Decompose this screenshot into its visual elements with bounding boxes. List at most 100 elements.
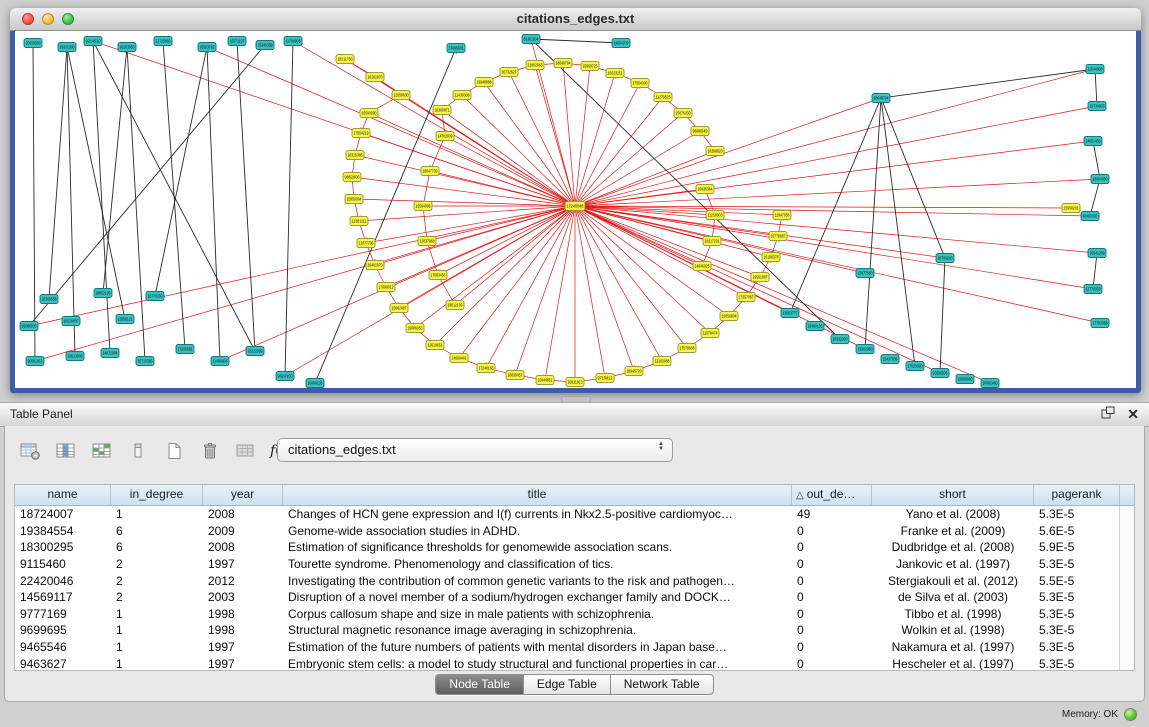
graph-edge <box>49 47 67 299</box>
cell-year: 2008 <box>203 507 283 521</box>
table-select-dropdown[interactable]: citations_edges.txt ▲▼ <box>277 438 673 462</box>
table-row[interactable]: 1456911722003Disruption of a novel membe… <box>15 589 1120 606</box>
cell-name: 18300295 <box>15 540 111 554</box>
table-row[interactable]: 977716911998Corpus callosum shape and si… <box>15 606 1120 623</box>
graph-node-label: 18839057 <box>508 373 523 378</box>
table-row[interactable]: 969969511998Structural magnetic resonanc… <box>15 622 1120 639</box>
column-header-pagerank[interactable]: pagerank <box>1034 485 1120 505</box>
graph-node-label: 18563782 <box>200 45 215 50</box>
cell-short: Dudbridge et al. (2008) <box>872 540 1034 554</box>
graph-node-label: 16261870 <box>368 75 383 80</box>
import-table-icon[interactable] <box>233 439 259 463</box>
table-tabs: Node TableEdge TableNetwork Table <box>5 674 1144 695</box>
delete-table-icon[interactable] <box>197 439 223 463</box>
graph-edge <box>401 95 575 206</box>
cell-title: Embryonic stem cells: a model to study s… <box>283 657 792 670</box>
column-header-year[interactable]: year <box>203 485 283 505</box>
graph-node-label: 12837968 <box>420 239 435 244</box>
graph-node-label: 16023211 <box>608 71 623 76</box>
graph-node-label: 15340358 <box>258 43 273 48</box>
cell-in_degree: 2 <box>111 557 203 571</box>
graph-node-label: 18047739 <box>423 169 438 174</box>
cell-title: Structural magnetic resonance image aver… <box>283 623 792 637</box>
column-header-name[interactable]: name <box>15 485 111 505</box>
graph-node-label: 15950004 <box>347 197 362 202</box>
cell-short: Jankovic et al. (1997) <box>872 557 1034 571</box>
cell-year: 2009 <box>203 524 283 538</box>
cell-year: 2012 <box>203 574 283 588</box>
graph-node-label: 12958121 <box>118 317 133 322</box>
tab-node-table[interactable]: Node Table <box>436 675 524 694</box>
close-window-button[interactable] <box>22 13 34 25</box>
graph-node-label: 19734903 <box>1090 104 1105 109</box>
graph-edge <box>285 41 293 376</box>
graph-node-label: 16541209 <box>1090 251 1105 256</box>
window-title: citations_edges.txt <box>10 8 1141 30</box>
cell-pagerank: 5.9E-5 <box>1034 540 1120 554</box>
graph-node-label: 11381111 <box>352 219 368 224</box>
edit-columns-icon[interactable] <box>89 439 115 463</box>
graph-node-label: 20609500 <box>26 41 41 46</box>
graph-edge <box>220 206 575 361</box>
network-graph[interactable]: 1724004818211780162618701205860010590090… <box>15 31 1136 388</box>
tab-network-table[interactable]: Network Table <box>611 675 713 694</box>
graph-edge <box>207 47 220 361</box>
graph-node-label: 12202088 <box>655 359 670 364</box>
graph-edge <box>881 69 1095 98</box>
graph-node-label: 12077706 <box>359 241 374 246</box>
column-header-out_de[interactable]: △out_de… <box>792 485 872 505</box>
table-row[interactable]: 946362711997Embryonic stem cells: a mode… <box>15 655 1120 670</box>
graph-edge <box>163 41 185 349</box>
graph-edge <box>1093 141 1100 179</box>
show-columns-icon[interactable] <box>53 439 79 463</box>
table-select-value: citations_edges.txt <box>278 439 672 461</box>
new-table-icon[interactable] <box>161 439 187 463</box>
graph-node-label: 17206681 <box>178 347 193 352</box>
column-icon[interactable] <box>125 439 151 463</box>
graph-node-label: 18331300 <box>60 45 75 50</box>
zoom-window-button[interactable] <box>62 13 74 25</box>
table-rows: 1872400712008Changes of HCN gene express… <box>15 506 1120 670</box>
cell-pagerank: 5.6E-5 <box>1034 524 1120 538</box>
cell-name: 22420046 <box>15 574 111 588</box>
graph-edge <box>127 47 145 361</box>
application-window: citations_edges.txt 17240048182117801626… <box>0 0 1149 727</box>
float-panel-icon[interactable] <box>1101 406 1115 424</box>
cell-title: Genome-wide association studies in ADHD. <box>283 524 792 538</box>
graph-node-label: 20732627 <box>502 70 517 75</box>
graph-edge <box>881 98 945 258</box>
graph-node-label: 17357067 <box>739 295 754 300</box>
graph-node-label: 17240163 <box>479 366 494 371</box>
minimize-window-button[interactable] <box>42 13 54 25</box>
table-mode-icon[interactable] <box>17 439 43 463</box>
table-row[interactable]: 1830029562008Estimation of significance … <box>15 539 1120 556</box>
graph-edge <box>1090 179 1100 216</box>
cell-name: 14569117 <box>15 590 111 604</box>
table-row[interactable]: 911546021997Tourette syndrome. Phenomeno… <box>15 556 1120 573</box>
graph-node-label: 10371197 <box>230 39 245 44</box>
graph-node-label: 9715812 <box>598 376 614 381</box>
column-header-short[interactable]: short <box>872 485 1034 505</box>
graph-node-label: 9001262 <box>28 359 44 364</box>
column-header-in_degree[interactable]: in_degree <box>111 485 203 505</box>
graph-node-label: 18398820 <box>708 149 723 154</box>
cell-title: Estimation of significance thresholds fo… <box>283 540 792 554</box>
network-canvas[interactable]: 1724004818211780162618701205860010590090… <box>15 31 1136 388</box>
graph-edge <box>575 206 940 373</box>
memory-status-indicator[interactable] <box>1124 708 1137 721</box>
tab-edge-table[interactable]: Edge Table <box>524 675 611 694</box>
table-row[interactable]: 1938455462009Genome-wide association stu… <box>15 523 1120 540</box>
table-row[interactable]: 946554611997Estimation of the future num… <box>15 639 1120 656</box>
window-titlebar[interactable]: citations_edges.txt <box>10 8 1141 31</box>
table-panel-title: Table Panel <box>10 403 73 426</box>
table-vertical-scrollbar[interactable] <box>1119 506 1134 670</box>
cell-short: de Silva et al. (2003) <box>872 590 1034 604</box>
close-panel-icon[interactable]: ✕ <box>1127 403 1139 426</box>
column-header-title[interactable]: title <box>283 485 792 505</box>
table-row[interactable]: 1872400712008Changes of HCN gene express… <box>15 506 1120 523</box>
table-row[interactable]: 2242004622012Investigating the contribut… <box>15 572 1120 589</box>
graph-node-label: 12947056 <box>775 213 790 218</box>
graph-node-label: 16098135 <box>308 381 323 386</box>
graph-edge <box>575 206 605 378</box>
graph-node-label: 17240048 <box>567 204 585 209</box>
